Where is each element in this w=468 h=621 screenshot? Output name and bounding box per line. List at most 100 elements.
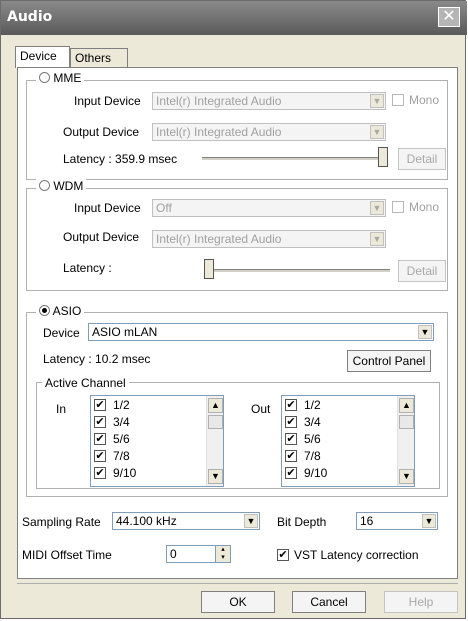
mme-label: MME xyxy=(53,71,82,85)
out-channel-checkbox[interactable]: ✔ xyxy=(285,450,297,462)
chevron-down-icon: ▼ xyxy=(370,232,384,246)
help-label: Help xyxy=(408,595,434,609)
spin-down-icon[interactable]: ▾ xyxy=(216,554,230,562)
in-channel-label: 9/10 xyxy=(113,466,137,480)
wdm-latency-label: Latency : xyxy=(63,261,112,275)
cancel-button[interactable]: Cancel xyxy=(292,591,366,613)
wdm-legend: WDM xyxy=(36,179,87,193)
mme-output-select[interactable]: Intel(r) Integrated Audio ▼ xyxy=(152,123,386,141)
title-bar: Audio ✕ xyxy=(1,1,467,35)
chevron-down-icon: ▼ xyxy=(370,201,384,215)
scroll-up-icon[interactable]: ▲ xyxy=(208,398,223,413)
scroll-down-icon[interactable]: ▼ xyxy=(399,469,414,484)
window-title: Audio xyxy=(7,9,53,25)
asio-label: ASIO xyxy=(52,304,82,318)
chevron-down-icon: ▼ xyxy=(244,514,258,528)
in-channel-checkbox[interactable]: ✔ xyxy=(94,399,106,411)
help-button[interactable]: Help xyxy=(384,591,458,613)
scroll-thumb[interactable] xyxy=(399,415,414,429)
out-channel-label: 7/8 xyxy=(304,449,321,463)
in-channel-list[interactable]: ✔ 1/2 ✔ 3/4 ✔ 5/6 ✔ 7/8 ✔ 9/10 ▲ ▼ xyxy=(90,395,224,487)
in-channel-checkbox[interactable]: ✔ xyxy=(94,467,106,479)
chevron-down-icon: ▼ xyxy=(422,514,436,528)
chevron-down-icon: ▼ xyxy=(418,325,432,339)
asio-latency-label: Latency : 10.2 msec xyxy=(43,352,151,366)
out-channel-checkbox[interactable]: ✔ xyxy=(285,399,297,411)
ok-label: OK xyxy=(229,595,247,609)
scroll-down-icon[interactable]: ▼ xyxy=(208,469,223,484)
wdm-detail-label: Detail xyxy=(406,264,438,278)
device-panel: MME Input Device Intel(r) Integrated Aud… xyxy=(17,67,458,579)
asio-device-value: ASIO mLAN xyxy=(92,325,158,339)
wdm-input-label: Input Device xyxy=(74,201,141,215)
asio-radio[interactable] xyxy=(39,305,50,316)
active-channel-legend: Active Channel xyxy=(42,376,129,390)
midi-offset-stepper[interactable]: ▴ ▾ xyxy=(215,545,231,563)
mme-output-value: Intel(r) Integrated Audio xyxy=(156,125,282,139)
wdm-input-select[interactable]: Off ▼ xyxy=(152,199,386,217)
out-list-scrollbar[interactable]: ▲ ▼ xyxy=(397,396,414,486)
out-channel-list[interactable]: ✔ 1/2 ✔ 3/4 ✔ 5/6 ✔ 7/8 ✔ 9/10 ▲ ▼ xyxy=(281,395,415,487)
mme-legend: MME xyxy=(36,71,85,85)
mme-latency-slider-thumb[interactable] xyxy=(378,147,388,167)
in-channel-label: 7/8 xyxy=(113,449,130,463)
wdm-detail-button[interactable]: Detail xyxy=(398,260,446,282)
wdm-output-select[interactable]: Intel(r) Integrated Audio ▼ xyxy=(152,230,386,248)
mme-radio[interactable] xyxy=(39,72,50,83)
scroll-up-icon[interactable]: ▲ xyxy=(399,398,414,413)
mme-mono-checkbox[interactable] xyxy=(392,94,404,106)
scroll-thumb[interactable] xyxy=(208,415,223,429)
midi-offset-value: 0 xyxy=(170,547,177,561)
mme-detail-label: Detail xyxy=(406,152,438,166)
mme-latency-label: Latency : 359.9 msec xyxy=(63,152,178,166)
asio-legend: ASIO xyxy=(36,304,85,318)
chevron-down-icon: ▼ xyxy=(370,94,384,108)
out-channel-label: 5/6 xyxy=(304,432,321,446)
wdm-mono-label: Mono xyxy=(409,200,440,214)
in-channel-label: 3/4 xyxy=(113,415,130,429)
mme-latency-slider[interactable] xyxy=(202,157,388,161)
mme-input-value: Intel(r) Integrated Audio xyxy=(156,94,282,108)
midi-offset-label: MIDI Offset Time xyxy=(22,548,112,562)
in-channel-checkbox[interactable]: ✔ xyxy=(94,450,106,462)
tab-device[interactable]: Device xyxy=(15,46,70,68)
asio-device-label: Device xyxy=(43,326,80,340)
bit-depth-select[interactable]: 16 ▼ xyxy=(356,512,438,530)
vst-latency-checkbox[interactable]: ✔ xyxy=(277,549,289,561)
tab-device-label: Device xyxy=(20,49,57,63)
close-icon: ✕ xyxy=(442,8,456,25)
control-panel-label: Control Panel xyxy=(352,354,426,368)
chevron-down-icon: ▼ xyxy=(370,125,384,139)
bit-depth-value: 16 xyxy=(360,514,374,528)
out-channel-checkbox[interactable]: ✔ xyxy=(285,467,297,479)
wdm-mono-checkbox[interactable] xyxy=(392,201,404,213)
wdm-input-value: Off xyxy=(156,201,172,215)
midi-offset-input[interactable]: 0 xyxy=(166,545,216,563)
vst-latency-label: VST Latency correction xyxy=(294,548,419,562)
asio-device-select[interactable]: ASIO mLAN ▼ xyxy=(88,323,434,341)
tab-others[interactable]: Others xyxy=(70,48,128,68)
out-channel-checkbox[interactable]: ✔ xyxy=(285,433,297,445)
out-channel-label: 1/2 xyxy=(304,398,321,412)
control-panel-button[interactable]: Control Panel xyxy=(347,350,431,372)
mme-output-label: Output Device xyxy=(63,125,140,139)
in-channel-checkbox[interactable]: ✔ xyxy=(94,416,106,428)
sampling-rate-select[interactable]: 44.100 kHz ▼ xyxy=(112,512,260,530)
wdm-radio[interactable] xyxy=(39,180,50,191)
wdm-latency-slider[interactable] xyxy=(204,269,390,273)
mme-detail-button[interactable]: Detail xyxy=(398,148,446,170)
sampling-rate-value: 44.100 kHz xyxy=(116,514,177,528)
sampling-rate-label: Sampling Rate xyxy=(22,515,101,529)
in-channel-checkbox[interactable]: ✔ xyxy=(94,433,106,445)
in-channel-label: 1/2 xyxy=(113,398,130,412)
spin-up-icon[interactable]: ▴ xyxy=(216,546,230,554)
audio-dialog: Audio ✕ Device Others MME Input Device I… xyxy=(0,0,467,619)
cancel-label: Cancel xyxy=(310,595,348,609)
in-list-scrollbar[interactable]: ▲ ▼ xyxy=(206,396,223,486)
ok-button[interactable]: OK xyxy=(201,591,275,613)
wdm-latency-slider-thumb[interactable] xyxy=(204,259,214,279)
close-button[interactable]: ✕ xyxy=(438,7,460,27)
out-channel-label: 3/4 xyxy=(304,415,321,429)
mme-input-select[interactable]: Intel(r) Integrated Audio ▼ xyxy=(152,92,386,110)
out-channel-checkbox[interactable]: ✔ xyxy=(285,416,297,428)
